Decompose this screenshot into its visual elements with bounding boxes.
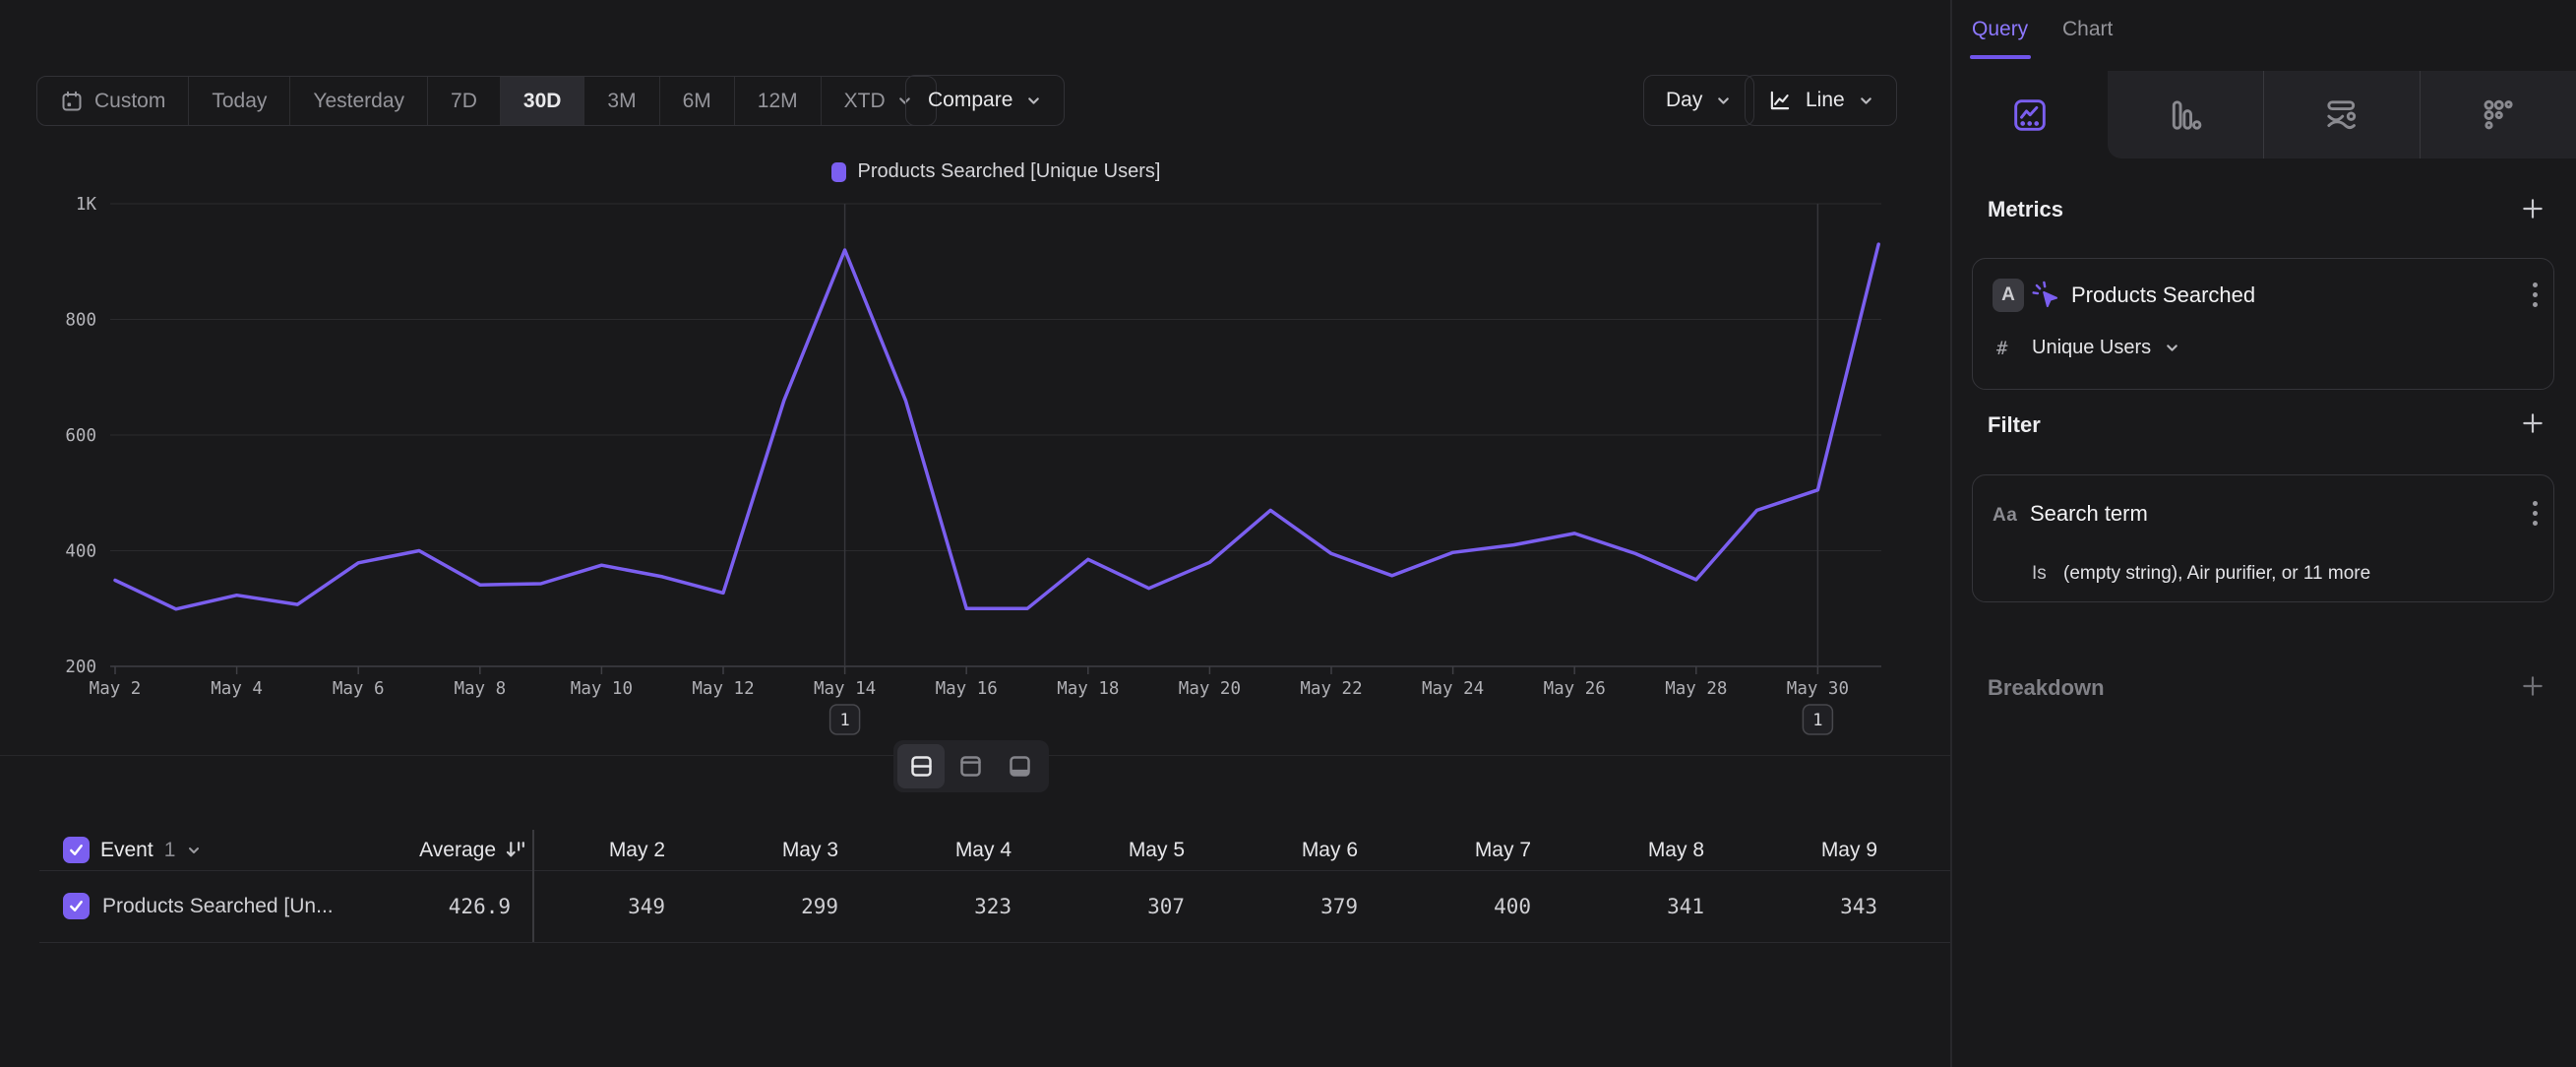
y-axis-label: 400 <box>65 542 96 562</box>
x-axis-label: May 16 <box>936 679 998 699</box>
plus-icon <box>2520 196 2545 221</box>
chevron-down-icon <box>2164 340 2180 356</box>
tab-chart[interactable]: Chart <box>2062 18 2113 41</box>
check-icon <box>68 842 85 858</box>
tab-query[interactable]: Query <box>1972 18 2028 41</box>
plus-icon <box>2520 673 2545 699</box>
metric-menu-button[interactable] <box>2533 282 2538 307</box>
row-average-value: 426.9 <box>295 870 511 942</box>
chart-style-retention-tab[interactable] <box>2420 71 2576 158</box>
layout-table-button[interactable] <box>996 744 1043 788</box>
x-axis-label: May 26 <box>1544 679 1606 699</box>
table-header-cell[interactable]: May 9 <box>1704 830 1877 870</box>
table-value-cell: 349 <box>492 870 665 942</box>
layout-split-button[interactable] <box>897 744 945 788</box>
annotation-badge-label: 1 <box>1812 711 1822 730</box>
chevron-down-icon[interactable] <box>186 843 202 858</box>
table-value-cell: 400 <box>1358 870 1531 942</box>
metric-name: Products Searched <box>2071 279 2255 312</box>
chart-style-flows-tab[interactable] <box>2263 71 2420 158</box>
x-axis-label: May 8 <box>454 679 506 699</box>
retention-dots-icon <box>2480 96 2517 134</box>
x-axis-label: May 6 <box>333 679 385 699</box>
metrics-section-title: Metrics <box>1988 197 2063 222</box>
table-value-cell: 341 <box>1531 870 1704 942</box>
table-view-icon <box>1007 753 1033 780</box>
plus-icon <box>2520 410 2545 436</box>
metric-letter-badge: A <box>1993 279 2024 312</box>
table-date-headers: May 2May 3May 4May 5May 6May 7May 8May 9 <box>492 830 1877 870</box>
annotation-badge-label: 1 <box>839 711 849 730</box>
add-filter-button[interactable] <box>2519 409 2546 437</box>
main-area: Custom Today Yesterday 7D 30D 3M 6M 12M … <box>0 0 1952 1067</box>
add-breakdown-button[interactable] <box>2519 672 2546 700</box>
x-axis-label: May 10 <box>571 679 633 699</box>
x-axis-label: May 24 <box>1422 679 1484 699</box>
table-header-cell[interactable]: May 8 <box>1531 830 1704 870</box>
x-axis-label: May 2 <box>90 679 142 699</box>
check-icon <box>68 898 85 914</box>
metric-card[interactable]: A Products Searched # Unique Users <box>1972 258 2554 390</box>
y-axis-label: 600 <box>65 426 96 446</box>
x-axis-label: May 14 <box>814 679 876 699</box>
y-axis-label: 200 <box>65 658 96 677</box>
series-line[interactable] <box>115 244 1878 609</box>
y-axis-label: 1K <box>76 195 97 215</box>
table-header-cell[interactable]: May 2 <box>492 830 665 870</box>
x-axis-label: May 28 <box>1665 679 1727 699</box>
x-axis-label: May 18 <box>1057 679 1119 699</box>
table-row[interactable]: Products Searched [Un... <box>63 870 334 942</box>
filter-value[interactable]: (empty string), Air purifier, or 11 more <box>2063 563 2370 585</box>
table-row-border <box>39 942 1952 943</box>
chart-style-bar-tab[interactable] <box>2108 71 2263 158</box>
row-checkbox[interactable] <box>63 893 90 919</box>
y-axis-label: 800 <box>65 311 96 331</box>
chart-style-insights-tab[interactable] <box>1952 71 2108 158</box>
query-panel: Query Chart <box>1952 0 2576 1067</box>
filter-menu-button[interactable] <box>2533 501 2538 526</box>
table-value-cell: 379 <box>1185 870 1358 942</box>
chart-view-icon <box>957 753 984 780</box>
average-header-label: Average <box>419 839 496 862</box>
x-axis-label: May 22 <box>1300 679 1362 699</box>
x-axis-label: May 12 <box>692 679 754 699</box>
string-type-label: Aa <box>1993 505 2017 527</box>
event-header-label[interactable]: Event <box>100 839 153 862</box>
aggregation-dropdown[interactable]: Unique Users <box>2032 333 2180 362</box>
chart-style-strip <box>2108 71 2576 158</box>
bar-chart-icon <box>2167 96 2204 134</box>
x-axis-label: May 4 <box>211 679 263 699</box>
event-cursor-icon <box>2030 280 2061 311</box>
table-header-cell[interactable]: May 4 <box>838 830 1012 870</box>
active-tab-underline <box>1970 55 2031 59</box>
aggregation-prefix: # <box>1996 338 2007 359</box>
breakdown-section-title: Breakdown <box>1988 675 2105 701</box>
table-header-cell[interactable]: May 7 <box>1358 830 1531 870</box>
analytics-app: { "toolbar": { "ranges": ["Custom", "Tod… <box>0 0 2576 1067</box>
filter-card[interactable]: Aa Search term Is (empty string), Air pu… <box>1972 474 2554 602</box>
insights-line-icon <box>2011 96 2049 134</box>
table-header-cell[interactable]: May 3 <box>665 830 838 870</box>
table-value-cell: 323 <box>838 870 1012 942</box>
table-value-cell: 299 <box>665 870 838 942</box>
filter-property-name: Search term <box>2030 498 2148 530</box>
filter-operator[interactable]: Is <box>2032 563 2047 585</box>
layout-toggle-group <box>893 740 1049 792</box>
select-all-checkbox[interactable] <box>63 837 90 863</box>
split-view-icon <box>908 753 935 780</box>
add-metric-button[interactable] <box>2519 195 2546 222</box>
x-axis-label: May 20 <box>1179 679 1241 699</box>
table-event-header: Event 1 <box>63 830 202 870</box>
filter-section-title: Filter <box>1988 412 2041 438</box>
table-value-cell: 307 <box>1012 870 1185 942</box>
x-axis-label: May 30 <box>1787 679 1849 699</box>
table-date-values: 349299323307379400341343 <box>492 870 1877 942</box>
line-chart-svg[interactable]: 1K 800 600 400 200 May 2 May 4 May 6 May 8 May 10… <box>0 0 1952 756</box>
flows-icon <box>2323 96 2361 134</box>
table-header-cell[interactable]: May 5 <box>1012 830 1185 870</box>
event-count: 1 <box>164 839 176 862</box>
layout-chart-button[interactable] <box>947 744 994 788</box>
table-value-cell: 343 <box>1704 870 1877 942</box>
table-header-cell[interactable]: May 6 <box>1185 830 1358 870</box>
